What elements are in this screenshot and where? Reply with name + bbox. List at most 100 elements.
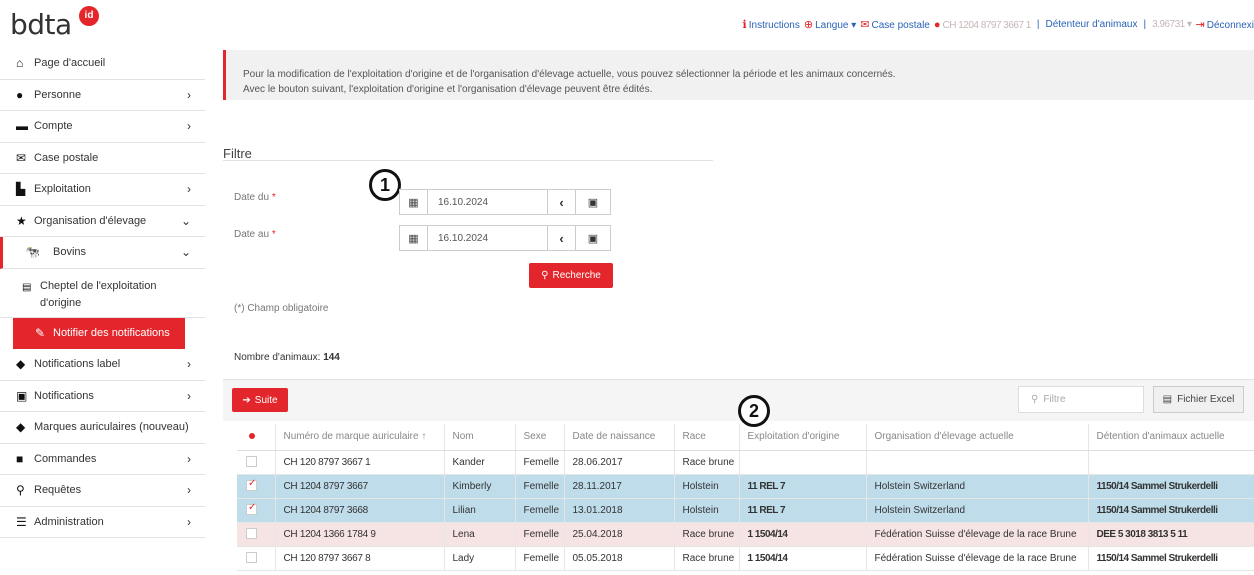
- name-cell: Lena: [444, 522, 516, 547]
- table-row[interactable]: CH 1204 8797 3667 Kimberly Femelle 28.11…: [237, 474, 1254, 499]
- col-race[interactable]: Race: [674, 424, 740, 451]
- col-ear-tag[interactable]: Numéro de marque auriculaire ↑: [275, 424, 445, 451]
- excel-export-button[interactable]: ▤ Fichier Excel: [1153, 386, 1244, 413]
- chevron-down-icon: ⌄: [180, 213, 191, 228]
- date-from-input[interactable]: 16.10.2024: [428, 190, 548, 214]
- ear-tag-cell: CH 1204 8797 3668: [275, 498, 445, 523]
- sex-cell: Femelle: [515, 522, 565, 547]
- search-button[interactable]: ⚲ Recherche: [529, 263, 613, 288]
- col-detention[interactable]: Détention d'animaux actuelle: [1088, 424, 1254, 451]
- race-cell: Race brune: [674, 450, 740, 475]
- home-icon: ⌂: [16, 56, 24, 71]
- birth-cell: 13.01.2018: [564, 498, 675, 523]
- animal-count: Nombre d'animaux: 144: [234, 352, 340, 363]
- table-row[interactable]: CH 1204 8797 3668 Lilian Femelle 13.01.2…: [237, 498, 1254, 523]
- ear-tag-cell: CH 1204 8797 3667: [275, 474, 445, 499]
- table-filter-input[interactable]: ⚲ Filtre: [1018, 386, 1144, 413]
- row-checkbox[interactable]: [246, 528, 257, 540]
- account-menu[interactable]: 3.96731 ▾: [1152, 19, 1192, 30]
- arrow-circle-right-icon: ➔: [242, 394, 251, 406]
- filter-title: Filtre: [223, 146, 252, 161]
- name-cell: Kander: [444, 450, 516, 475]
- race-cell: Holstein: [674, 474, 740, 499]
- language-menu[interactable]: ⊕ Langue ▾: [804, 18, 856, 31]
- sidebar-item-home[interactable]: ⌂ Page d'accueil: [0, 48, 205, 80]
- detention-cell: [1088, 450, 1254, 475]
- sidebar-item-bovins[interactable]: 🐄 Bovins ⌄: [0, 237, 205, 269]
- calendar-icon: ▦: [400, 226, 428, 250]
- date-to-input[interactable]: 16.10.2024: [428, 226, 548, 250]
- table-row[interactable]: CH 120 8797 3667 8 Lady Femelle 05.05.20…: [237, 546, 1254, 571]
- row-checkbox[interactable]: [246, 552, 257, 564]
- sidebar-item-administration[interactable]: ☰ Administration ›: [0, 507, 205, 538]
- organisation-cell: Holstein Switzerland: [866, 498, 1089, 523]
- file-excel-icon: ▤: [1162, 394, 1173, 405]
- prev-day-button[interactable]: ‹: [548, 226, 576, 250]
- envelope-icon: ✉: [16, 150, 27, 165]
- sidebar-item-commandes[interactable]: ■ Commandes ›: [0, 444, 205, 475]
- row-checkbox[interactable]: [246, 456, 257, 468]
- origin-cell: 1 1504/14: [739, 546, 867, 571]
- name-cell: Lady: [444, 546, 516, 571]
- sex-cell: Femelle: [515, 474, 565, 499]
- sidebar-item-personne[interactable]: ● Personne ›: [0, 80, 205, 111]
- top-navigation: ℹ Instructions ⊕ Langue ▾ ✉ Case postale ● C…: [743, 18, 1254, 32]
- calendar-picker-button[interactable]: ▣: [576, 226, 610, 250]
- banner-line-2: Avec le bouton suivant, l'exploitation d…: [243, 84, 653, 95]
- user-icon: ●: [933, 18, 941, 31]
- calendar-picker-button[interactable]: ▣: [576, 190, 610, 214]
- birth-cell: 28.06.2017: [564, 450, 675, 475]
- sidebar-item-notifications-label[interactable]: ◆ Notifications label ›: [0, 349, 205, 381]
- row-checkbox[interactable]: [246, 478, 257, 492]
- table-row[interactable]: CH 1204 1366 1784 9 Lena Femelle 25.04.2…: [237, 522, 1254, 547]
- sidebar-item-notifications[interactable]: ▣ Notifications ›: [0, 381, 205, 412]
- detention-cell: 1150/14 Sammel Strukerdelli: [1088, 474, 1254, 499]
- user-menu[interactable]: ● CH 1204 8797 3667 1: [933, 18, 1032, 31]
- row-checkbox[interactable]: [246, 502, 257, 516]
- chevron-right-icon: ›: [187, 451, 191, 466]
- sidebar-item-organisation[interactable]: ★ Organisation d'élevage ⌄: [0, 206, 205, 237]
- chevron-right-icon: ›: [187, 182, 191, 197]
- sidebar-item-requetes[interactable]: ⚲ Requêtes ›: [0, 475, 205, 507]
- case-postale-link[interactable]: ✉ Case postale: [860, 18, 930, 31]
- chevron-right-icon: ›: [187, 119, 191, 134]
- sidebar-item-case-postale[interactable]: ✉ Case postale: [0, 143, 205, 174]
- envelope-icon: ✉: [860, 19, 870, 31]
- cow-icon: 🐄: [25, 245, 40, 260]
- table-row[interactable]: CH 120 8797 3667 1 Kander Femelle 28.06.…: [237, 450, 1254, 475]
- date-to-label: Date au *: [234, 229, 276, 240]
- logo[interactable]: bdta: [10, 8, 72, 41]
- sidebar-item-compte[interactable]: ▬ Compte ›: [0, 111, 205, 143]
- logout-link[interactable]: ⇥ Déconnexi: [1196, 18, 1254, 31]
- sidebar-item-notifier[interactable]: ✎ Notifier des notifications: [13, 317, 185, 349]
- origin-cell: 11 REL 7: [739, 474, 867, 499]
- separator: |: [1036, 19, 1040, 30]
- search-icon: ⚲: [16, 483, 25, 498]
- industry-icon: ▙: [16, 182, 26, 197]
- suite-button[interactable]: ➔ Suite: [232, 388, 288, 412]
- detention-cell: 1150/14 Sammel Strukerdelli: [1088, 546, 1254, 571]
- instructions-link[interactable]: ℹ Instructions: [743, 18, 800, 31]
- tags-icon: ◆: [16, 357, 26, 372]
- separator: |: [1143, 19, 1147, 30]
- sidebar-item-exploitation[interactable]: ▙ Exploitation ›: [0, 174, 205, 206]
- birth-cell: 25.04.2018: [564, 522, 675, 547]
- sidebar-item-cheptel[interactable]: ▤ Cheptel de l'exploitation d'origine: [0, 269, 205, 318]
- col-sex[interactable]: Sexe: [515, 424, 565, 451]
- race-cell: Holstein: [674, 498, 740, 523]
- select-all-header[interactable]: [237, 424, 276, 451]
- calendar-icon: ▦: [400, 190, 428, 214]
- sex-cell: Femelle: [515, 450, 565, 475]
- col-name[interactable]: Nom: [444, 424, 516, 451]
- clipboard-icon: ▣: [16, 388, 28, 403]
- col-birth-date[interactable]: Date de naissance: [564, 424, 675, 451]
- prev-day-button[interactable]: ‹: [548, 190, 576, 214]
- col-organisation[interactable]: Organisation d'élevage actuelle: [866, 424, 1089, 451]
- col-origin[interactable]: Exploitation d'origine: [739, 424, 867, 451]
- chevron-right-icon: ›: [187, 87, 191, 102]
- name-cell: Lilian: [444, 498, 516, 523]
- chevron-right-icon: ›: [187, 514, 191, 529]
- sidebar-item-marques[interactable]: ◆ Marques auriculaires (nouveau): [0, 412, 205, 444]
- organisation-cell: Holstein Switzerland: [866, 474, 1089, 499]
- origin-cell: 11 REL 7: [739, 498, 867, 523]
